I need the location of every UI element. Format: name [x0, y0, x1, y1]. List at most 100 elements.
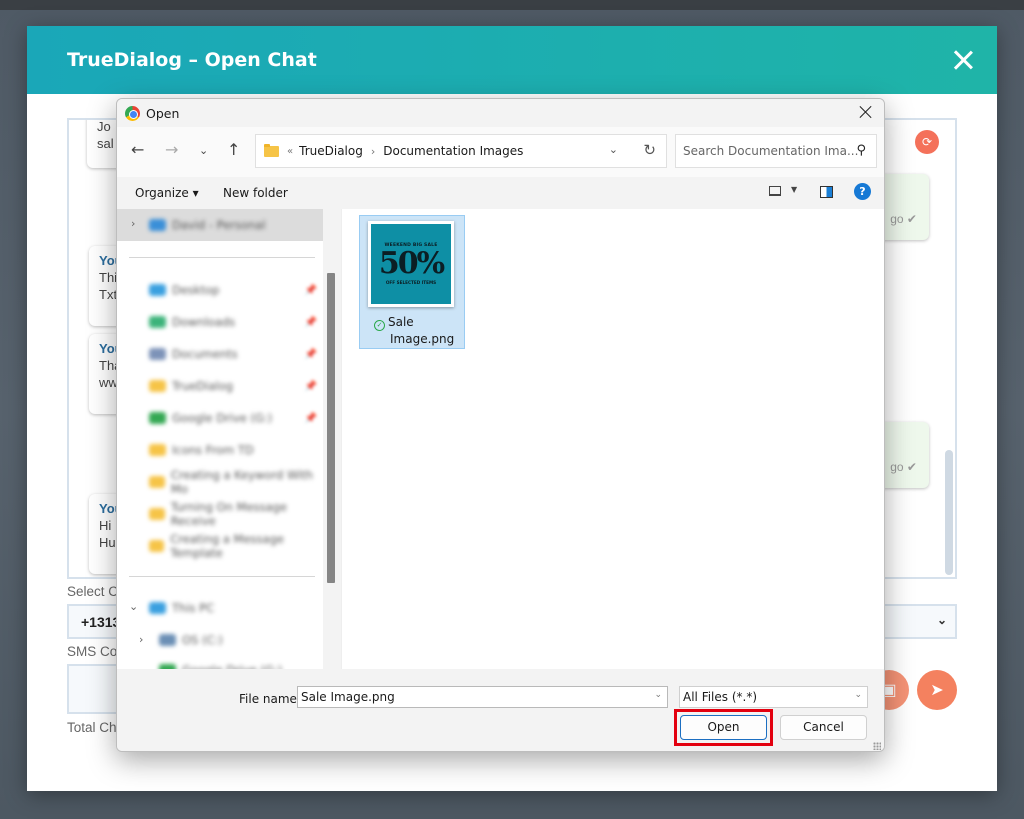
- dialog-close-icon[interactable]: [858, 104, 874, 120]
- organize-button[interactable]: Organize ▾: [135, 186, 199, 200]
- address-dropdown-icon[interactable]: ⌄: [609, 143, 618, 156]
- close-icon[interactable]: [951, 48, 975, 72]
- sidebar-item-label: TrueDialog: [172, 379, 234, 393]
- sidebar-item-personal[interactable]: › David - Personal: [117, 209, 323, 241]
- modal-title: TrueDialog – Open Chat: [67, 49, 317, 71]
- resize-grip[interactable]: [873, 742, 881, 750]
- file-name: ✓ Sale Image.png: [374, 314, 454, 347]
- sidebar-item-label: OS (C:): [182, 633, 223, 647]
- divider: [129, 257, 315, 258]
- folder-icon: [149, 284, 166, 296]
- breadcrumb-item[interactable]: TrueDialog: [299, 144, 363, 158]
- phone-number-value: +1313: [81, 614, 121, 630]
- folder-icon: [149, 316, 166, 328]
- pin-icon: 📌: [304, 316, 317, 328]
- sidebar-item-label: Turning On Message Receive: [170, 500, 287, 528]
- file-type-select[interactable]: All Files (*.*) ⌄: [679, 686, 868, 708]
- view-mode-icon[interactable]: [769, 186, 781, 196]
- sidebar-item-label: David - Personal: [172, 218, 266, 232]
- navigation-pane: › David - Personal Desktop 📌 Downloads 📌 Doc…: [117, 209, 341, 669]
- sidebar-item-quick-access[interactable]: Documents 📌: [117, 341, 323, 367]
- message-status: go ✔: [890, 212, 917, 226]
- sidebar-item-quick-access[interactable]: Downloads 📌: [117, 309, 323, 335]
- chevron-down-icon[interactable]: ⌄: [129, 600, 138, 613]
- message-status: go ✔: [890, 460, 917, 474]
- folder-icon: [149, 412, 166, 424]
- chevron-down-icon[interactable]: ⌄: [654, 690, 662, 700]
- refresh-icon[interactable]: ↻: [643, 141, 656, 159]
- view-dropdown-icon[interactable]: ▼: [791, 185, 797, 194]
- image-thumbnail: WEEKEND BIG SALE 50% OFF SELECTED ITEMS: [368, 221, 454, 307]
- file-name-value: Sale Image.png: [301, 690, 395, 704]
- sidebar-item-quick-access[interactable]: Google Drive (G:) 📌: [117, 405, 323, 431]
- new-folder-button[interactable]: New folder: [223, 186, 288, 200]
- sidebar-item-drive[interactable]: › OS (C:): [117, 627, 323, 653]
- divider: [129, 576, 315, 577]
- folder-icon: [149, 508, 165, 520]
- sidebar-item-label: Desktop: [172, 283, 220, 297]
- pin-icon: 📌: [304, 284, 317, 296]
- chevron-right-icon: ›: [370, 144, 376, 158]
- breadcrumb-overflow[interactable]: «: [287, 146, 293, 157]
- refresh-icon[interactable]: ⟳: [915, 130, 939, 154]
- forward-arrow-icon[interactable]: →: [165, 140, 178, 159]
- top-edge: [0, 0, 1024, 10]
- file-item[interactable]: WEEKEND BIG SALE 50% OFF SELECTED ITEMS …: [359, 215, 465, 349]
- file-open-dialog: Open ← → ⌄ ↑ « TrueDialog › Documentatio…: [116, 98, 885, 752]
- folder-icon: [149, 348, 166, 360]
- up-arrow-icon[interactable]: ↑: [227, 140, 240, 159]
- total-characters-label: Total Ch: [67, 720, 117, 735]
- folder-icon: [149, 476, 165, 488]
- chevron-down-icon: ⌄: [936, 613, 947, 627]
- sidebar-item-label: Icons From TD: [172, 443, 254, 457]
- pin-icon: 📌: [304, 348, 317, 360]
- sidebar-item-quick-access[interactable]: Turning On Message Receive: [117, 500, 323, 528]
- sidebar-scroll-thumb[interactable]: [327, 273, 335, 583]
- folder-icon: [149, 540, 165, 552]
- address-bar[interactable]: « TrueDialog › Documentation Images ⌄ ↻: [255, 134, 667, 168]
- breadcrumb-item[interactable]: Documentation Images: [383, 144, 523, 158]
- search-input[interactable]: Search Documentation Ima... ⚲: [675, 134, 877, 168]
- dialog-title: Open: [146, 105, 180, 121]
- chrome-icon: [125, 105, 140, 121]
- sidebar-item-quick-access[interactable]: TrueDialog 📌: [117, 373, 323, 399]
- drive-icon: [159, 634, 176, 646]
- folder-icon: [149, 444, 166, 456]
- file-name-input[interactable]: Sale Image.png ⌄: [297, 686, 668, 708]
- sidebar-item-quick-access[interactable]: Creating a Message Template: [117, 532, 323, 560]
- sidebar-item-quick-access[interactable]: Icons From TD: [117, 437, 323, 463]
- cancel-button[interactable]: Cancel: [780, 715, 867, 740]
- search-icon: ⚲: [856, 143, 866, 158]
- pin-icon: 📌: [304, 380, 317, 392]
- file-type-value: All Files (*.*): [683, 690, 758, 704]
- sidebar-item-google-drive[interactable]: Google Drive (G:): [117, 657, 323, 669]
- folder-icon: [149, 380, 166, 392]
- file-name-label: File name:: [239, 692, 301, 706]
- sidebar-item-quick-access[interactable]: Creating a Keyword With Mo: [117, 468, 323, 496]
- cloud-icon: [149, 219, 166, 231]
- thumbnail-text: 50%: [378, 246, 445, 281]
- chevron-right-icon[interactable]: ›: [139, 633, 143, 646]
- file-list: WEEKEND BIG SALE 50% OFF SELECTED ITEMS …: [341, 209, 884, 669]
- chat-scrollbar[interactable]: [945, 450, 953, 575]
- thumbnail-text: OFF SELECTED ITEMS: [385, 280, 437, 285]
- chevron-right-icon[interactable]: ›: [131, 217, 135, 230]
- back-arrow-icon[interactable]: ←: [131, 140, 144, 159]
- sidebar-item-quick-access[interactable]: Desktop 📌: [117, 277, 323, 303]
- preview-pane-icon[interactable]: [820, 186, 833, 198]
- chevron-down-icon: ⌄: [854, 690, 862, 700]
- send-icon[interactable]: ➤: [917, 670, 957, 710]
- sidebar-item-label: Creating a Message Template: [170, 532, 284, 560]
- sidebar-scrollbar[interactable]: [323, 209, 341, 669]
- open-button-highlight: [674, 709, 773, 746]
- search-placeholder: Search Documentation Ima...: [683, 144, 859, 158]
- help-icon[interactable]: ?: [854, 183, 871, 200]
- sms-content-label: SMS Co: [67, 644, 118, 659]
- recent-locations-chevron-icon[interactable]: ⌄: [199, 144, 208, 157]
- dialog-titlebar: Open: [117, 99, 884, 127]
- modal-header: TrueDialog – Open Chat: [27, 26, 997, 94]
- sidebar-item-this-pc[interactable]: ⌄ This PC: [117, 595, 323, 621]
- folder-icon: [264, 143, 279, 157]
- file-name-line: Image.png: [390, 332, 455, 346]
- sidebar-item-label: Google Drive (G:): [172, 411, 273, 425]
